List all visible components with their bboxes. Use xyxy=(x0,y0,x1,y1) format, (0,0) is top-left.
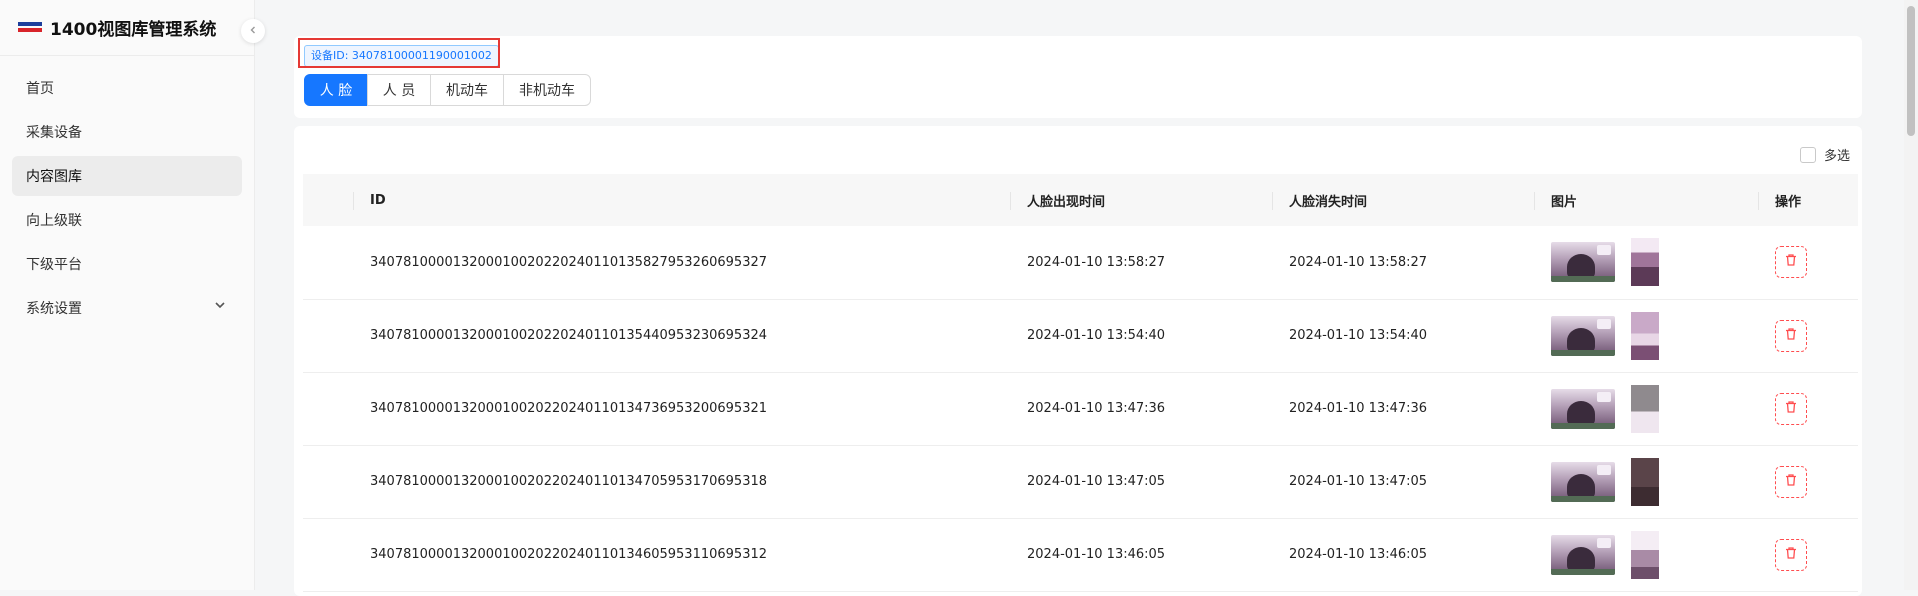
delete-button[interactable] xyxy=(1775,246,1807,279)
trash-icon xyxy=(1784,253,1798,271)
sidebar: 1400视图库管理系统 首页 采集设备 内容图库 向上级联 下级平台 系统设置 xyxy=(0,0,255,590)
tab-person[interactable]: 人 员 xyxy=(367,74,431,106)
column-header-image: 图片 xyxy=(1534,174,1758,226)
sidebar-item-settings[interactable]: 系统设置 xyxy=(12,288,242,328)
table-row: 3407810000132000100202202401101347059531… xyxy=(303,445,1858,518)
record-id: 3407810000132000100202202401101346059531… xyxy=(370,547,768,562)
face-crop-thumbnail[interactable] xyxy=(1631,311,1659,360)
row-select-cell xyxy=(303,299,353,372)
row-select-cell xyxy=(303,518,353,591)
image-cell xyxy=(1534,299,1758,372)
face-crop-thumbnail[interactable] xyxy=(1631,384,1659,433)
sidebar-item-label: 首页 xyxy=(26,81,54,97)
disappear-time: 2024-01-10 13:47:05 xyxy=(1289,474,1428,489)
nav-menu: 首页 采集设备 内容图库 向上级联 下级平台 系统设置 xyxy=(0,56,254,328)
delete-button[interactable] xyxy=(1775,392,1807,425)
appear-time: 2024-01-10 13:58:27 xyxy=(1027,254,1166,270)
record-id: 3407810000132000100202202401101347369532… xyxy=(370,401,768,416)
action-cell xyxy=(1758,445,1858,518)
table-row: 3407810000132000100202202401101347369532… xyxy=(303,372,1858,445)
appear-time: 2024-01-10 13:46:05 xyxy=(1027,547,1166,562)
trash-icon xyxy=(1784,473,1798,491)
delete-button[interactable] xyxy=(1775,465,1807,498)
tab-non-motor-vehicle[interactable]: 非机动车 xyxy=(503,74,591,106)
face-crop-thumbnail[interactable] xyxy=(1631,238,1659,287)
disappear-time: 2024-01-10 13:47:36 xyxy=(1289,401,1428,416)
face-crop-thumbnail[interactable] xyxy=(1631,530,1659,579)
chevron-down-icon xyxy=(214,299,226,315)
image-cell xyxy=(1534,518,1758,591)
company-logo xyxy=(18,21,42,34)
table-row: 3407810000132000100202202401101354409532… xyxy=(303,299,1858,372)
appear-time: 2024-01-10 13:47:36 xyxy=(1027,401,1166,416)
multi-select-label: 多选 xyxy=(1824,149,1851,164)
record-id: 3407810000132000100202202401101358279532… xyxy=(370,254,768,270)
multi-select-toggle[interactable]: 多选 xyxy=(1800,145,1850,164)
delete-button[interactable] xyxy=(1775,538,1807,571)
sidebar-item-gallery[interactable]: 内容图库 xyxy=(12,156,242,196)
category-tabs: 人 脸 人 员 机动车 非机动车 xyxy=(304,74,591,106)
sidebar-item-upstream[interactable]: 向上级联 xyxy=(12,200,242,240)
delete-button[interactable] xyxy=(1775,319,1807,352)
row-select-cell xyxy=(303,445,353,518)
tab-face[interactable]: 人 脸 xyxy=(304,74,368,106)
row-select-cell xyxy=(303,226,353,299)
trash-icon xyxy=(1784,327,1798,345)
column-header-disappear-time: 人脸消失时间 xyxy=(1272,174,1534,226)
trash-icon xyxy=(1784,546,1798,564)
appear-time: 2024-01-10 13:47:05 xyxy=(1027,474,1166,489)
sidebar-item-label: 内容图库 xyxy=(26,169,82,185)
scene-thumbnail[interactable] xyxy=(1551,315,1615,356)
disappear-time: 2024-01-10 13:54:40 xyxy=(1289,328,1428,343)
action-cell xyxy=(1758,226,1858,299)
table-row: 3407810000132000100202202401101346059531… xyxy=(303,518,1858,591)
chevron-left-icon xyxy=(248,24,258,38)
row-select-cell xyxy=(303,372,353,445)
sidebar-item-label: 系统设置 xyxy=(26,301,82,317)
brand: 1400视图库管理系统 xyxy=(0,0,254,56)
scene-thumbnail[interactable] xyxy=(1551,242,1615,283)
tab-motor-vehicle[interactable]: 机动车 xyxy=(430,74,504,106)
action-cell xyxy=(1758,518,1858,591)
collapse-sidebar-button[interactable] xyxy=(241,19,265,43)
appear-time: 2024-01-10 13:54:40 xyxy=(1027,328,1166,343)
column-header-action: 操作 xyxy=(1758,174,1858,226)
action-cell xyxy=(1758,372,1858,445)
record-id: 3407810000132000100202202401101347059531… xyxy=(370,474,768,489)
trash-icon xyxy=(1784,400,1798,418)
image-cell xyxy=(1534,372,1758,445)
action-cell xyxy=(1758,299,1858,372)
scene-thumbnail[interactable] xyxy=(1551,388,1615,429)
face-records-table: ID 人脸出现时间 人脸消失时间 图片 操作 34078100001320001… xyxy=(303,174,1858,592)
face-crop-thumbnail[interactable] xyxy=(1631,457,1659,506)
disappear-time: 2024-01-10 13:46:05 xyxy=(1289,547,1428,562)
table-row: 3407810000132000100202202401101358279532… xyxy=(303,226,1858,299)
multi-select-checkbox[interactable] xyxy=(1800,146,1816,163)
disappear-time: 2024-01-10 13:58:27 xyxy=(1289,254,1428,270)
page-scrollbar[interactable] xyxy=(1904,0,1918,590)
column-header-appear-time: 人脸出现时间 xyxy=(1010,174,1272,226)
device-id-tag: 设备ID: 34078100001190001002 xyxy=(304,45,499,67)
sidebar-item-label: 下级平台 xyxy=(26,257,82,273)
sidebar-item-label: 向上级联 xyxy=(26,213,82,229)
column-header-id: ID xyxy=(353,174,1010,226)
sidebar-item-devices[interactable]: 采集设备 xyxy=(12,112,242,152)
app-title: 1400视图库管理系统 xyxy=(50,20,217,40)
scene-thumbnail[interactable] xyxy=(1551,534,1615,575)
sidebar-item-home[interactable]: 首页 xyxy=(12,68,242,108)
table-header-row: ID 人脸出现时间 人脸消失时间 图片 操作 xyxy=(303,174,1858,226)
sidebar-item-subplatform[interactable]: 下级平台 xyxy=(12,244,242,284)
scrollbar-thumb[interactable] xyxy=(1907,6,1915,136)
image-cell xyxy=(1534,445,1758,518)
image-cell xyxy=(1534,226,1758,299)
column-header-select xyxy=(303,174,353,226)
record-id: 3407810000132000100202202401101354409532… xyxy=(370,328,768,343)
scene-thumbnail[interactable] xyxy=(1551,461,1615,502)
sidebar-item-label: 采集设备 xyxy=(26,125,82,141)
